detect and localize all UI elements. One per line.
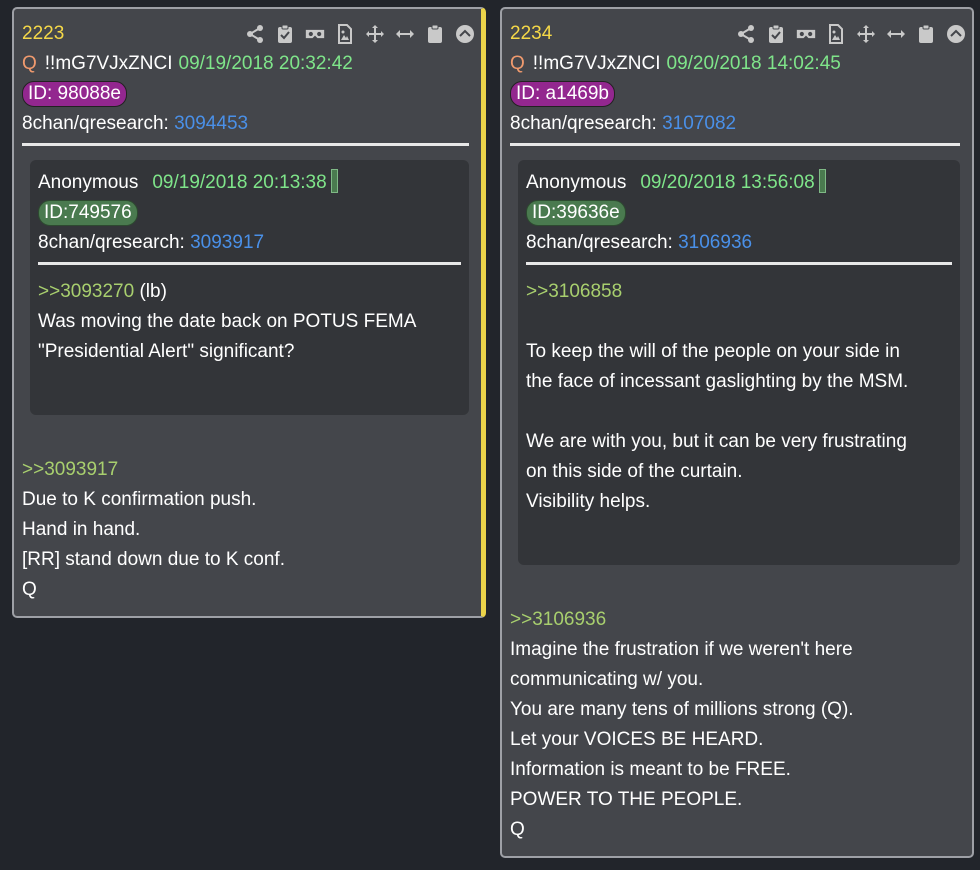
quoted-message-line: Was moving the date back on POTUS FEMA <box>38 311 417 332</box>
board-label: 8chan/qresearch: <box>22 113 169 134</box>
quoted-post: Anonymous 09/20/2018 13:56:08 ID:39636e 8… <box>518 160 960 565</box>
arrows-horizontal-icon[interactable] <box>886 24 906 44</box>
quote-reference-link[interactable]: >>3106858 <box>526 281 622 302</box>
q-post-card: 2234 Q !!mG7VJxZNCI 09/20/2018 14:02:45 ID… <box>500 7 974 858</box>
message-line: Due to K confirmation push. <box>22 489 257 510</box>
message-line: POWER TO THE PEOPLE. <box>510 789 743 810</box>
post-date: 09/20/2018 14:02:45 <box>666 53 841 74</box>
id-color-marker <box>818 169 826 193</box>
post-toolbar <box>736 19 966 49</box>
post-link[interactable]: 3094453 <box>174 113 248 134</box>
post-link[interactable]: 3107082 <box>662 113 736 134</box>
quoted-post-link[interactable]: 3106936 <box>678 232 752 253</box>
quoted-date: 09/20/2018 13:56:08 <box>640 172 815 193</box>
message-line: Information is meant to be FREE. <box>510 759 791 780</box>
tripcode: !!mG7VJxZNCI <box>44 53 173 74</box>
quoted-message-line: the face of incessant gaslighting by the… <box>526 371 909 392</box>
quoted-id-badge[interactable]: ID:39636e <box>526 200 626 226</box>
share-icon[interactable] <box>245 24 265 44</box>
quoted-message-line: We are with you, but it can be very frus… <box>526 431 907 452</box>
move-icon[interactable] <box>365 24 385 44</box>
quote-reference-link[interactable]: >>3093270 <box>38 281 134 302</box>
poster-id-badge[interactable]: ID: a1469b <box>510 81 615 107</box>
board-label: 8chan/qresearch: <box>510 113 657 134</box>
clipboard-icon[interactable] <box>916 24 936 44</box>
post-header: 2223 <box>22 19 481 49</box>
file-image-icon[interactable] <box>826 24 846 44</box>
board-line: 8chan/qresearch: 3094453 <box>22 109 481 139</box>
quoted-post-link[interactable]: 3093917 <box>190 232 264 253</box>
post-toolbar <box>245 19 475 49</box>
move-icon[interactable] <box>856 24 876 44</box>
reply-reference-link[interactable]: >>3093917 <box>22 455 481 485</box>
quoted-id-badge[interactable]: ID:749576 <box>38 200 138 226</box>
arrows-horizontal-icon[interactable] <box>395 24 415 44</box>
board-line: 8chan/qresearch: 3107082 <box>510 109 972 139</box>
clipboard-icon[interactable] <box>425 24 445 44</box>
quoted-date: 09/19/2018 20:13:38 <box>152 172 327 193</box>
quoted-post: Anonymous 09/19/2018 20:13:38 ID:749576 8… <box>30 160 469 415</box>
quoted-board-label: 8chan/qresearch: <box>526 232 673 253</box>
quote-reference-suffix: (lb) <box>134 281 167 302</box>
post-number[interactable]: 2223 <box>22 23 64 44</box>
quoted-message-line: To keep the will of the people on your s… <box>526 341 900 362</box>
share-icon[interactable] <box>736 24 756 44</box>
divider <box>38 262 461 265</box>
divider <box>510 143 960 146</box>
message-line: You are many tens of millions strong (Q)… <box>510 699 854 720</box>
message-line: Hand in hand. <box>22 519 141 540</box>
quoted-board-label: 8chan/qresearch: <box>38 232 185 253</box>
id-color-marker <box>330 169 338 193</box>
quoted-message-line: Visibility helps. <box>526 491 651 512</box>
vr-goggles-icon[interactable] <box>305 24 325 44</box>
message-line: communicating w/ you. <box>510 669 704 690</box>
author-name: Q <box>22 53 37 74</box>
message-signature: Q <box>510 819 525 840</box>
file-image-icon[interactable] <box>335 24 355 44</box>
divider <box>526 262 952 265</box>
tripcode: !!mG7VJxZNCI <box>532 53 661 74</box>
clipboard-check-icon[interactable] <box>275 24 295 44</box>
reply-reference-link[interactable]: >>3106936 <box>510 605 972 635</box>
message-line: Let your VOICES BE HEARD. <box>510 729 764 750</box>
message-line: [RR] stand down due to K conf. <box>22 549 285 570</box>
author-name: Q <box>510 53 525 74</box>
post-date: 09/19/2018 20:32:42 <box>178 53 353 74</box>
q-post-card: 2223 Q !!mG7VJxZNCI 09/19/2018 20:32:42 ID… <box>12 7 486 618</box>
scroll-top-icon[interactable] <box>455 24 475 44</box>
quoted-message-line: "Presidential Alert" significant? <box>38 341 295 362</box>
post-header: 2234 <box>510 19 972 49</box>
quoted-message-line: on this side of the curtain. <box>526 461 743 482</box>
author-line: Q !!mG7VJxZNCI 09/19/2018 20:32:42 <box>22 49 481 79</box>
divider <box>22 143 469 146</box>
poster-id-badge[interactable]: ID: 98088e <box>22 81 127 107</box>
author-line: Q !!mG7VJxZNCI 09/20/2018 14:02:45 <box>510 49 972 79</box>
message-line: Imagine the frustration if we weren't he… <box>510 639 853 660</box>
scroll-top-icon[interactable] <box>946 24 966 44</box>
clipboard-check-icon[interactable] <box>766 24 786 44</box>
quoted-author: Anonymous <box>526 172 627 193</box>
quoted-author: Anonymous <box>38 172 139 193</box>
vr-goggles-icon[interactable] <box>796 24 816 44</box>
post-number[interactable]: 2234 <box>510 23 552 44</box>
message-signature: Q <box>22 579 37 600</box>
